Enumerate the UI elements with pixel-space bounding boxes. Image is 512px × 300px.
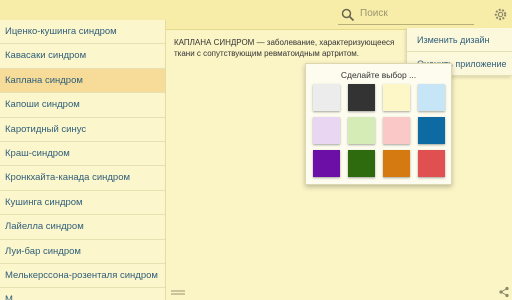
gear-icon[interactable] bbox=[493, 7, 508, 22]
sidebar-item[interactable]: Каротидный синус bbox=[0, 118, 165, 142]
pager-handle-icon[interactable] bbox=[170, 289, 186, 297]
color-swatch[interactable] bbox=[418, 150, 445, 177]
sidebar-item[interactable]: Каплана синдром bbox=[0, 68, 165, 94]
color-swatch[interactable] bbox=[313, 117, 340, 144]
sidebar-item[interactable]: Кушинга синдром bbox=[0, 191, 165, 216]
sidebar-list: Иценко-кушинга синдром Кавасаки синдром Ка… bbox=[0, 20, 166, 300]
color-swatch[interactable] bbox=[348, 150, 375, 177]
sidebar-item[interactable]: Кронкхайта-канада синдром bbox=[0, 166, 165, 191]
color-swatch[interactable] bbox=[383, 117, 410, 144]
sidebar-item[interactable]: Иценко-кушинга синдром bbox=[0, 20, 165, 45]
color-swatch[interactable] bbox=[348, 117, 375, 144]
article-definition-line1: — заболевание, характеризующееся bbox=[254, 38, 395, 47]
search-icon[interactable] bbox=[340, 7, 356, 23]
search-input[interactable]: Поиск bbox=[360, 8, 388, 19]
sidebar-item[interactable]: Луи-бар синдром bbox=[0, 240, 165, 264]
sidebar-item[interactable]: Мелькерссона-розенталя синдром bbox=[0, 264, 165, 289]
sidebar-item[interactable]: Капоши синдром bbox=[0, 93, 165, 118]
sidebar-item[interactable]: Краш-синдром bbox=[0, 142, 165, 167]
share-icon[interactable] bbox=[498, 286, 510, 298]
picker-title: Сделайте выбор ... bbox=[340, 70, 417, 80]
sidebar-item[interactable]: Кавасаки синдром bbox=[0, 44, 165, 69]
article-content: КАПЛАНА СИНДРОМ — заболевание, характери… bbox=[174, 37, 410, 59]
color-picker-dialog: Сделайте выбор ... bbox=[305, 63, 452, 185]
color-swatch[interactable] bbox=[418, 84, 445, 111]
sidebar-item[interactable]: М... bbox=[0, 288, 165, 300]
menu-item-change-design[interactable]: Изменить дизайн bbox=[407, 28, 512, 52]
color-swatch[interactable] bbox=[313, 84, 340, 111]
search-underline bbox=[338, 24, 474, 25]
color-swatch[interactable] bbox=[348, 84, 375, 111]
sidebar-item[interactable]: Лайелла синдром bbox=[0, 215, 165, 240]
color-swatch[interactable] bbox=[313, 150, 340, 177]
article-definition-line2: ткани с сопутствующим ревматоидным артри… bbox=[174, 49, 360, 58]
color-swatch[interactable] bbox=[418, 117, 445, 144]
color-swatch[interactable] bbox=[383, 84, 410, 111]
color-swatch[interactable] bbox=[383, 150, 410, 177]
article-headword: КАПЛАНА СИНДРОМ bbox=[174, 38, 255, 47]
